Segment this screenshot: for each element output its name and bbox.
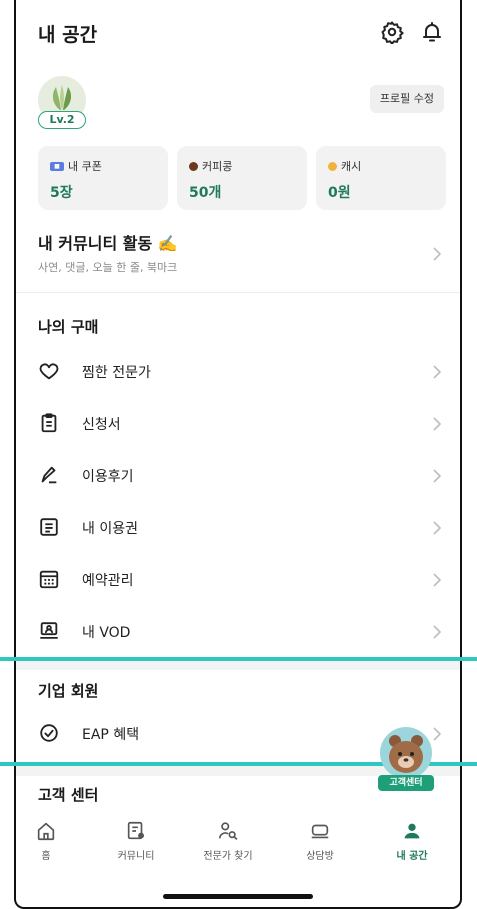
clipboard-icon [41,413,57,433]
my-space-icon [404,823,420,839]
tab-label: 전문가 찾기 [203,851,253,862]
tab-find-expert[interactable]: 전문가 찾기 [188,820,268,862]
menu-item-label: 이용후기 [82,469,134,485]
find-expert-icon [218,822,238,840]
section-divider [16,660,460,670]
menu-item-reservations[interactable]: 예약관리 [16,554,460,606]
list-card-icon [40,518,58,536]
cash-label: 캐시 [341,160,362,173]
chevron-right-icon [433,469,442,483]
home-icon [37,822,55,841]
menu-item-applications[interactable]: 신청서 [16,398,460,450]
bear-mascot-icon [380,727,432,779]
chevron-right-icon [433,365,442,379]
gear-icon[interactable] [380,20,404,44]
highlight-line-top [0,657,477,661]
chevron-right-icon [433,247,442,261]
cash-card[interactable]: 캐시 0원 [316,146,446,210]
cash-value: 0원 [328,185,351,201]
tab-label: 홈 [41,851,51,862]
tab-community[interactable]: 커뮤니티 [96,820,176,862]
chat-room-icon [311,824,329,839]
profile-edit-button[interactable]: 프로필 수정 [369,85,444,113]
menu-item-label: EAP 혜택 [82,727,140,743]
community-title: 내 커뮤니티 활동 ✍️ [38,234,178,253]
community-subtitle: 사연, 댓글, 오늘 한 줄, 북마크 [38,261,178,274]
community-activity-row[interactable]: 내 커뮤니티 활동 ✍️ 사연, 댓글, 오늘 한 줄, 북마크 [16,216,460,293]
coffee-bean-value: 50개 [189,185,222,201]
purchases-title: 나의 구매 [38,318,99,336]
tab-label: 내 공간 [396,851,428,862]
menu-item-my-vouchers[interactable]: 내 이용권 [16,502,460,554]
community-icon [127,821,144,840]
chevron-right-icon [433,573,442,587]
coffee-bean-icon [189,161,198,171]
video-lecture-icon [40,622,58,639]
coupon-value: 5장 [50,185,73,201]
corporate-title: 기업 회원 [38,682,99,700]
coffee-bean-label: 커피콩 [202,160,233,173]
bottom-tab-bar: 홈 커뮤니티 전문가 찾기 상담방 내 공간 [16,814,460,874]
check-circle-icon [40,724,58,742]
menu-item-label: 내 이용권 [82,521,138,537]
tab-chat-room[interactable]: 상담방 [280,820,360,862]
chevron-right-icon [433,521,442,535]
menu-item-my-vod[interactable]: 내 VOD [16,606,460,658]
pen-icon [41,466,57,484]
support-title: 고객 센터 [38,786,99,804]
tab-home[interactable]: 홈 [16,820,86,862]
menu-item-favorite-experts[interactable]: 찜한 전문가 [16,346,460,398]
coupon-card[interactable]: ■ 내 쿠폰 5장 [38,146,168,210]
heart-icon [39,363,59,380]
coupon-label: 내 쿠폰 [68,160,102,173]
home-indicator [163,894,313,899]
chevron-right-icon [433,417,442,431]
coffee-bean-card[interactable]: 커피콩 50개 [177,146,307,210]
bell-icon[interactable] [420,20,444,44]
menu-item-reviews[interactable]: 이용후기 [16,450,460,502]
customer-center-button[interactable]: 고객센터 [378,727,434,791]
coin-icon [328,161,337,171]
page-title: 내 공간 [38,24,98,46]
menu-item-label: 예약관리 [82,573,134,589]
menu-item-label: 내 VOD [82,625,131,641]
menu-item-label: 신청서 [82,417,121,433]
tab-label: 커뮤니티 [117,851,155,862]
chevron-right-icon [433,625,442,639]
header: 내 공간 [16,0,460,64]
menu-item-label: 찜한 전문가 [82,365,151,381]
tab-my-space[interactable]: 내 공간 [372,820,452,862]
customer-center-label: 고객센터 [378,775,434,791]
calendar-icon [39,570,59,589]
tab-label: 상담방 [306,851,334,862]
level-badge: Lv.2 [38,111,86,129]
coupon-icon: ■ [50,161,64,171]
